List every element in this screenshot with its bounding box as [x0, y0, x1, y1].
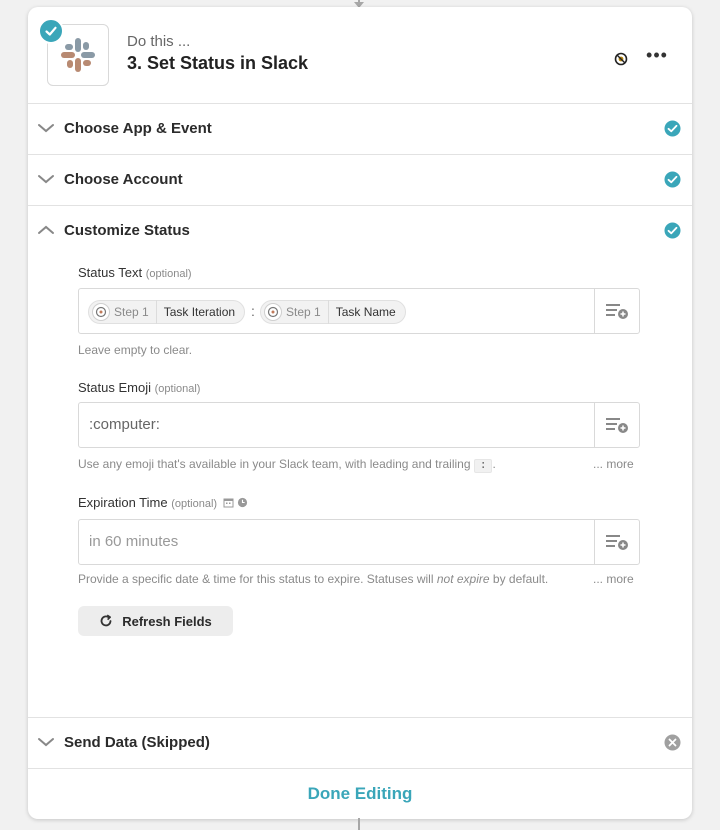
check-circle-icon: [664, 171, 681, 188]
expiration-time-help: Provide a specific date & time for this …: [78, 572, 548, 586]
expiration-time-input[interactable]: in 60 minutes: [89, 533, 178, 550]
insert-data-icon: [606, 418, 628, 433]
separator-text: :: [251, 303, 255, 319]
status-text-help: Leave empty to clear.: [78, 343, 193, 357]
insert-data-icon: [606, 535, 628, 550]
step-subtitle: Do this ...: [127, 33, 191, 50]
check-icon: [45, 26, 57, 36]
step-title[interactable]: 3. Set Status in Slack: [127, 53, 308, 74]
section-choose-account[interactable]: Choose Account: [28, 155, 692, 206]
done-editing-button[interactable]: Done Editing: [28, 769, 692, 819]
step-complete-badge: [38, 18, 64, 44]
section-label: Send Data (Skipped): [64, 734, 210, 751]
flow-connector-bottom: [358, 818, 360, 830]
insert-data-icon: [606, 304, 628, 319]
section-label[interactable]: Customize Status: [64, 222, 190, 239]
step-header[interactable]: Do this ... 3. Set Status in Slack •••: [28, 7, 692, 104]
step-editor-card: Do this ... 3. Set Status in Slack ••• C…: [28, 7, 692, 819]
field-label-text: Expiration Time: [78, 495, 168, 510]
insert-data-button[interactable]: [594, 520, 639, 564]
pill-name: Task Iteration: [163, 305, 236, 319]
help-text: Provide a specific date & time for this …: [78, 572, 434, 586]
help-text: by default.: [492, 572, 549, 586]
status-emoji-help: Use any emoji that's available in your S…: [78, 457, 496, 473]
expiration-time-label: Expiration Time (optional): [78, 495, 248, 510]
expiration-time-field[interactable]: in 60 minutes: [78, 519, 640, 565]
help-emphasis: not expire: [436, 572, 490, 586]
insert-data-button[interactable]: [594, 289, 639, 333]
pill-divider: [155, 300, 157, 324]
help-text: Use any emoji that's available in your S…: [78, 457, 471, 471]
status-emoji-value[interactable]: :computer:: [89, 416, 160, 433]
more-options-icon[interactable]: •••: [646, 45, 668, 65]
optional-tag: (optional): [145, 268, 192, 280]
clock-icon: [238, 497, 248, 508]
field-label-text: Status Emoji: [78, 380, 151, 395]
step-help-icon[interactable]: [614, 52, 628, 66]
pill-divider: [327, 300, 329, 324]
chevron-down-icon: [38, 124, 54, 133]
x-circle-icon: [664, 734, 681, 751]
step-app-icon: [92, 303, 110, 321]
optional-tag: (optional): [154, 383, 201, 395]
mapped-field-pill[interactable]: Step 1 Task Iteration: [88, 300, 246, 324]
insert-data-button[interactable]: [594, 403, 639, 447]
optional-tag: (optional): [171, 498, 218, 510]
status-text-label: Status Text (optional): [78, 265, 192, 280]
status-emoji-field[interactable]: :computer:: [78, 402, 640, 448]
help-code: :: [473, 459, 493, 473]
pill-step: Step 1: [114, 305, 149, 319]
section-send-data[interactable]: Send Data (Skipped): [28, 718, 692, 769]
step-app-icon: [264, 303, 282, 321]
calendar-icon: [223, 498, 234, 508]
mapped-field-pill[interactable]: Step 1 Task Name: [260, 300, 406, 324]
field-label-text: Status Text: [78, 265, 143, 280]
chevron-down-icon: [38, 175, 54, 184]
more-link[interactable]: ... more: [593, 572, 634, 586]
pill-step: Step 1: [286, 305, 321, 319]
slack-icon: [61, 38, 95, 72]
section-label: Choose App & Event: [64, 120, 212, 137]
help-text: .: [492, 457, 496, 471]
pill-name: Task Name: [335, 305, 396, 319]
more-link[interactable]: ... more: [593, 457, 634, 471]
status-text-field[interactable]: Step 1 Task Iteration : Step 1 Task Name: [78, 288, 640, 334]
section-choose-app-event[interactable]: Choose App & Event: [28, 104, 692, 155]
chevron-up-icon[interactable]: [37, 223, 55, 237]
check-circle-icon: [664, 222, 681, 239]
refresh-label: Refresh Fields: [122, 613, 212, 629]
check-circle-icon: [664, 120, 681, 137]
refresh-fields-button[interactable]: Refresh Fields: [78, 606, 233, 636]
status-emoji-label: Status Emoji (optional): [78, 380, 200, 395]
section-label: Choose Account: [64, 171, 183, 188]
chevron-down-icon: [38, 738, 54, 747]
refresh-icon: [100, 614, 112, 627]
section-customize-status: Customize Status Status Text (optional) …: [28, 206, 692, 718]
